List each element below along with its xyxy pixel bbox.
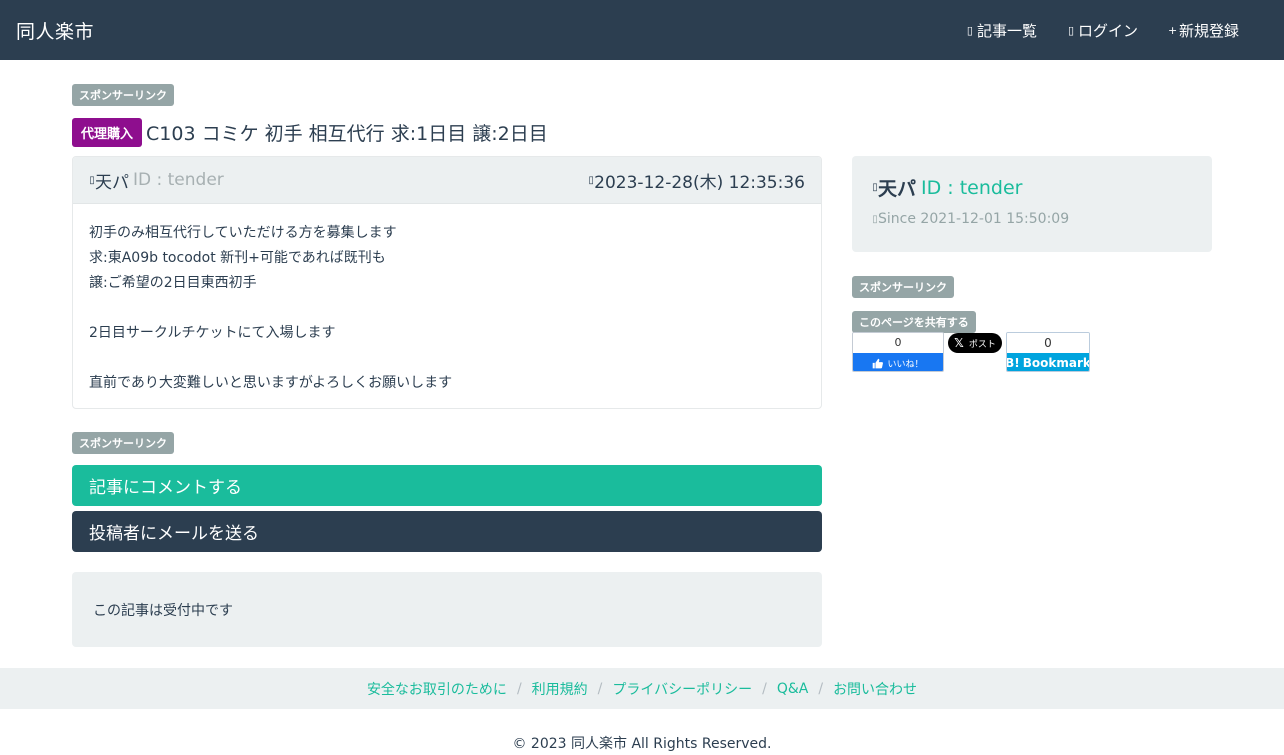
- post-body-line: 求:東A09b tocodot 新刊+可能であれば既刊も: [89, 250, 386, 266]
- profile-id[interactable]: ID : tender: [921, 177, 1022, 199]
- post-date-text: 2023-12-28(木) 12:35:36: [594, 172, 805, 193]
- footer-link-terms[interactable]: 利用規約: [532, 679, 588, 699]
- sponsor-badge-mid: スポンサーリンク: [72, 432, 174, 454]
- profile-since-text: Since 2021-12-01 15:50:09: [878, 211, 1070, 227]
- category-badge: 代理購入: [72, 118, 143, 147]
- post-author: ▯ 天パ ID : tender: [89, 168, 224, 193]
- footer-separator: /: [818, 680, 824, 697]
- nav-article-list-label: 記事一覧: [976, 22, 1037, 40]
- hatena-bookmark-button[interactable]: 0 B! Bookmark: [1006, 332, 1090, 372]
- sponsor-badge-side: スポンサーリンク: [852, 276, 954, 298]
- share-label: このページを共有する: [852, 311, 976, 333]
- navbar: 同人楽市 ▯ 記事一覧 ▯ ログイン + 新規登録: [0, 0, 1284, 60]
- nav-register[interactable]: + 新規登録: [1168, 20, 1239, 41]
- footer-separator: /: [516, 680, 522, 697]
- post-card: ▯ 天パ ID : tender ▯ 2023-12-28(木) 12:35:3…: [72, 156, 822, 409]
- footer-link-qa[interactable]: Q&A: [777, 681, 809, 697]
- hatena-b-icon: B!: [1006, 356, 1020, 370]
- copyright: © 2023 同人楽市 All Rights Reserved.: [512, 736, 772, 752]
- post-body: 初手のみ相互代行していただける方を募集します 求:東A09b tocodot 新…: [73, 204, 821, 408]
- post-body-blank: [89, 296, 805, 321]
- profile-card: ▯ 天パ ID : tender ▯ Since 2021-12-01 15:5…: [852, 156, 1212, 252]
- profile-since: ▯ Since 2021-12-01 15:50:09: [872, 211, 1192, 227]
- post-body-line: 直前であり大変難しいと思いますがよろしくお願いします: [89, 375, 453, 391]
- status-box: この記事は受付中です: [72, 572, 822, 647]
- x-logo-icon: 𝕏: [954, 336, 964, 350]
- facebook-like-label: いいね！: [887, 359, 924, 370]
- post-date: ▯ 2023-12-28(木) 12:35:36: [588, 168, 805, 193]
- facebook-like-bar: いいね！: [853, 353, 943, 371]
- nav-register-label: 新規登録: [1178, 22, 1239, 40]
- brand-logo[interactable]: 同人楽市: [16, 17, 94, 44]
- nav-login-label: ログイン: [1077, 22, 1138, 40]
- facebook-like-button[interactable]: 0 いいね！: [852, 332, 944, 372]
- facebook-like-count: 0: [853, 333, 943, 353]
- hatena-bookmark-label: Bookmark: [1022, 356, 1090, 370]
- post-header: ▯ 天パ ID : tender ▯ 2023-12-28(木) 12:35:3…: [73, 157, 821, 204]
- comment-button[interactable]: 記事にコメントする: [72, 465, 822, 506]
- footer-link-privacy[interactable]: プライバシーポリシー: [612, 679, 752, 699]
- mail-author-button[interactable]: 投稿者にメールを送る: [72, 511, 822, 552]
- login-icon: ▯: [1067, 24, 1074, 37]
- post-title: C103 コミケ 初手 相互代行 求:1日目 譲:2日目: [146, 123, 548, 145]
- x-post-button[interactable]: 𝕏 ポスト: [948, 333, 1002, 353]
- post-title-row: 代理購入 C103 コミケ 初手 相互代行 求:1日目 譲:2日目: [72, 118, 548, 147]
- status-text: この記事は受付中です: [93, 602, 233, 619]
- post-body-line: 2日目サークルチケットにて入場します: [89, 325, 336, 341]
- list-icon: ▯: [966, 24, 973, 37]
- hatena-bookmark-bar: B! Bookmark: [1006, 353, 1090, 371]
- nav-login[interactable]: ▯ ログイン: [1067, 20, 1138, 41]
- thumbs-up-icon: [873, 358, 884, 368]
- profile-name-row: ▯ 天パ ID : tender: [872, 174, 1192, 201]
- nav-links: ▯ 記事一覧 ▯ ログイン + 新規登録: [966, 20, 1239, 41]
- post-author-name: 天パ: [95, 172, 129, 193]
- post-author-id: ID : tender: [133, 170, 224, 190]
- footer-separator: /: [762, 680, 767, 697]
- post-body-line: 譲:ご希望の2日目東西初手: [89, 275, 257, 291]
- hatena-bookmark-count: 0: [1007, 333, 1089, 353]
- footer-link-contact[interactable]: お問い合わせ: [833, 679, 917, 699]
- nav-article-list[interactable]: ▯ 記事一覧: [966, 20, 1037, 41]
- plus-icon: +: [1167, 24, 1178, 37]
- profile-name[interactable]: 天パ: [878, 174, 916, 201]
- post-body-blank: [89, 346, 805, 371]
- footer-link-safety[interactable]: 安全なお取引のために: [367, 679, 507, 699]
- post-body-line: 初手のみ相互代行していただける方を募集します: [89, 225, 397, 241]
- sponsor-badge-top: スポンサーリンク: [72, 84, 174, 106]
- footer-separator: /: [597, 680, 603, 697]
- x-post-label: ポスト: [968, 339, 996, 350]
- footer-links: 安全なお取引のために / 利用規約 / プライバシーポリシー / Q&A / お…: [0, 668, 1284, 709]
